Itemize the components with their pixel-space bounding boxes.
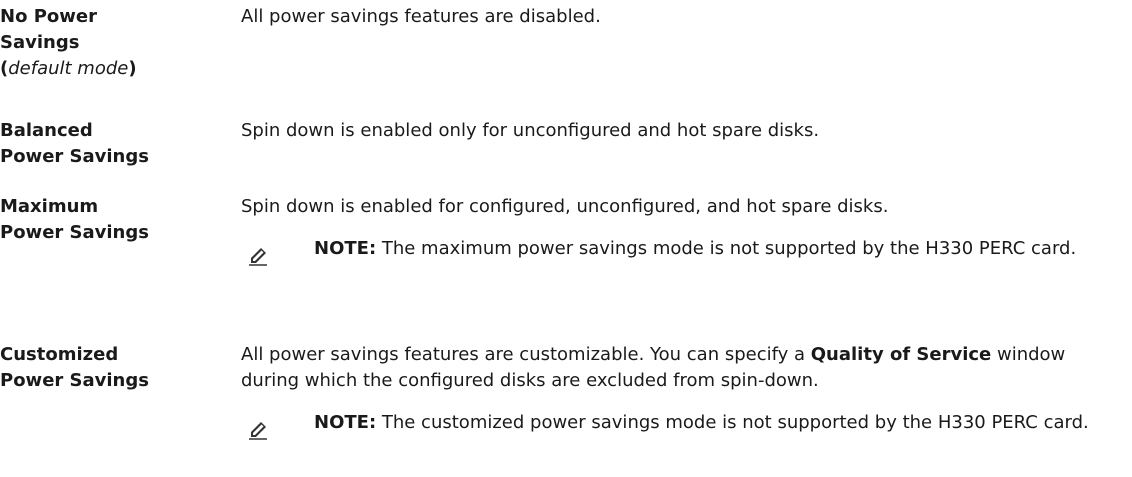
term-line: No Power [0,6,97,27]
mode-term: Maximum Power Savings [0,194,225,246]
note-label: NOTE: [314,238,377,259]
mode-term: No Power Savings (default mode) [0,4,225,82]
pencil-note-icon [249,248,267,266]
quality-of-service-term: Quality of Service [810,344,992,365]
term-line: Customized [0,344,119,365]
term-line: Maximum [0,196,99,217]
description-text: Spin down is enabled only for unconfigur… [241,120,820,141]
note-text: The customized power savings mode is not… [376,412,1089,433]
term-line: Power Savings [0,370,149,391]
mode-term: Balanced Power Savings [0,118,225,170]
note-block: NOTE: The customized power savings mode … [241,410,1126,440]
mode-description: All power savings features are disabled. [241,4,1126,30]
default-mode-label: (default mode) [0,58,137,79]
mode-description: All power savings features are customiza… [241,342,1126,440]
mode-description: Spin down is enabled only for unconfigur… [241,118,1126,144]
note-text: The maximum power savings mode is not su… [376,238,1077,259]
pencil-note-icon [249,422,267,440]
description-text: Spin down is enabled for configured, unc… [241,196,889,217]
note-block: NOTE: The maximum power savings mode is … [241,236,1126,266]
mode-description: Spin down is enabled for configured, unc… [241,194,1126,266]
description-text: All power savings features are disabled. [241,6,601,27]
note-label: NOTE: [314,412,377,433]
mode-term: Customized Power Savings [0,342,225,394]
power-savings-definition-list: No Power Savings (default mode) All powe… [0,0,1132,477]
term-line: Power Savings [0,222,149,243]
description-text: All power savings features are customiza… [241,344,1066,391]
term-line: Power Savings [0,146,149,167]
term-line: Savings [0,32,80,53]
term-line: Balanced [0,120,93,141]
